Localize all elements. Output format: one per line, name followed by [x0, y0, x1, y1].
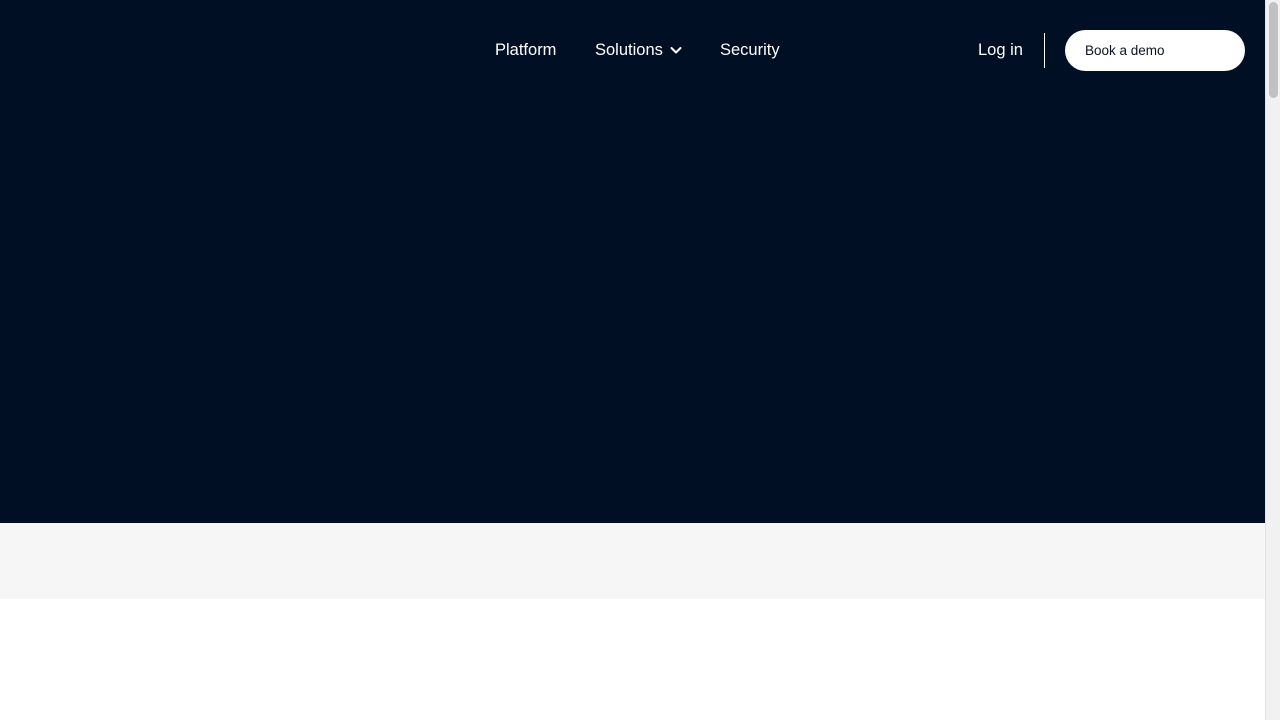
browser-viewport: Platform Solutions Security Log in Book …: [0, 0, 1280, 720]
nav-link-security[interactable]: Security: [720, 38, 780, 62]
hero-section: Platform Solutions Security Log in Book …: [0, 0, 1265, 523]
login-link[interactable]: Log in: [978, 38, 1023, 62]
gray-band-section: [0, 523, 1265, 599]
page: Platform Solutions Security Log in Book …: [0, 0, 1265, 720]
nav-link-solutions-label: Solutions: [595, 41, 663, 59]
vertical-scrollbar[interactable]: [1265, 0, 1280, 720]
nav-link-solutions[interactable]: Solutions: [595, 38, 683, 62]
nav-link-platform[interactable]: Platform: [495, 38, 556, 62]
chevron-down-icon: [670, 47, 682, 54]
book-demo-button[interactable]: Book a demo: [1065, 30, 1245, 71]
scrollbar-thumb[interactable]: [1269, 2, 1278, 98]
nav-divider: [1044, 33, 1045, 68]
